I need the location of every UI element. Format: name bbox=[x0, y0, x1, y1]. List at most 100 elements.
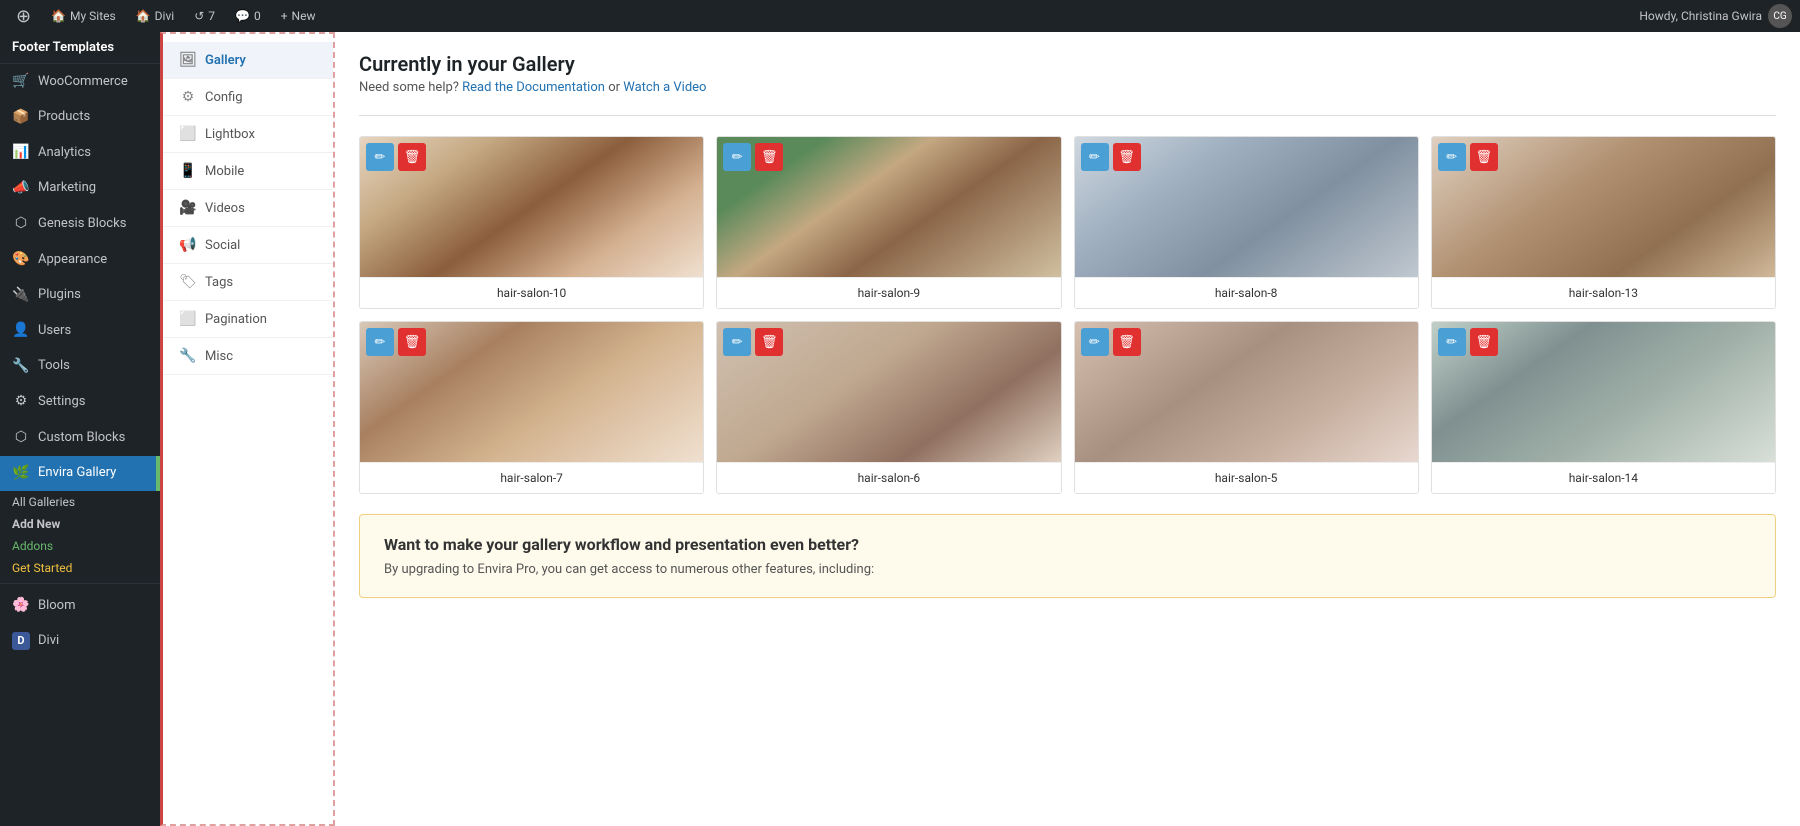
gallery-item[interactable]: ✏ 🗑 hair-salon-13 bbox=[1431, 136, 1776, 309]
sidebar-item-bloom[interactable]: 🌸 Bloom bbox=[0, 588, 160, 624]
videos-tab-icon: 🎥 bbox=[179, 200, 197, 216]
image-label: hair-salon-14 bbox=[1432, 462, 1775, 493]
edit-image-button[interactable]: ✏ bbox=[366, 143, 394, 171]
doc-link[interactable]: Read the Documentation bbox=[462, 80, 605, 95]
gallery-item[interactable]: ✏ 🗑 hair-salon-7 bbox=[359, 321, 704, 494]
edit-image-button[interactable]: ✏ bbox=[723, 328, 751, 356]
tags-tab-icon: 🏷 bbox=[179, 274, 197, 290]
custom-blocks-icon: ⬡ bbox=[12, 428, 30, 448]
delete-image-button[interactable]: 🗑 bbox=[1470, 143, 1498, 171]
sidebar-sub-add-new[interactable]: Add New bbox=[0, 513, 160, 535]
image-label: hair-salon-13 bbox=[1432, 277, 1775, 308]
bloom-icon: 🌸 bbox=[12, 596, 30, 616]
config-tab-icon: ⚙ bbox=[179, 89, 197, 105]
gallery-item[interactable]: ✏ 🗑 hair-salon-9 bbox=[716, 136, 1061, 309]
new-menu[interactable]: +New bbox=[273, 0, 324, 32]
gallery-item[interactable]: ✏ 🗑 hair-salon-10 bbox=[359, 136, 704, 309]
tab-pagination[interactable]: ⬜ Pagination bbox=[163, 301, 333, 338]
image-label: hair-salon-5 bbox=[1075, 462, 1418, 493]
divi-menu[interactable]: 🏠Divi bbox=[128, 0, 182, 32]
image-label: hair-salon-9 bbox=[717, 277, 1060, 308]
social-tab-icon: 📢 bbox=[179, 237, 197, 253]
image-label: hair-salon-8 bbox=[1075, 277, 1418, 308]
edit-image-button[interactable]: ✏ bbox=[1081, 143, 1109, 171]
gallery-tab-sidebar: 🖼 Gallery ⚙ Config ⬜ Lightbox 📱 Mobile 🎥… bbox=[160, 32, 335, 826]
sidebar-item-tools[interactable]: 🔧 Tools bbox=[0, 349, 160, 385]
upgrade-title: Want to make your gallery workflow and p… bbox=[384, 535, 1751, 554]
edit-image-button[interactable]: ✏ bbox=[1438, 328, 1466, 356]
sidebar-item-appearance[interactable]: 🎨 Appearance bbox=[0, 242, 160, 278]
analytics-icon: 📊 bbox=[12, 143, 30, 163]
wp-logo[interactable]: ⊕ bbox=[8, 0, 39, 32]
sidebar-sub-addons[interactable]: Addons bbox=[0, 535, 160, 557]
gallery-tab-icon: 🖼 bbox=[179, 52, 197, 68]
tab-videos[interactable]: 🎥 Videos bbox=[163, 190, 333, 227]
gallery-help-text: Need some help? Read the Documentation o… bbox=[359, 80, 1776, 95]
main-panel: Currently in your Gallery Need some help… bbox=[335, 32, 1800, 826]
image-label: hair-salon-6 bbox=[717, 462, 1060, 493]
sidebar-item-plugins[interactable]: 🔌 Plugins bbox=[0, 278, 160, 314]
sidebar-item-settings[interactable]: ⚙ Settings bbox=[0, 384, 160, 420]
misc-tab-icon: 🔧 bbox=[179, 348, 197, 364]
delete-image-button[interactable]: 🗑 bbox=[1113, 328, 1141, 356]
edit-image-button[interactable]: ✏ bbox=[1438, 143, 1466, 171]
sidebar-sub-all-galleries[interactable]: All Galleries bbox=[0, 491, 160, 513]
sidebar-item-marketing[interactable]: 📣 Marketing bbox=[0, 171, 160, 207]
delete-image-button[interactable]: 🗑 bbox=[755, 143, 783, 171]
genesis-blocks-icon: ⬡ bbox=[12, 214, 30, 234]
divi-icon: D bbox=[12, 632, 30, 650]
admin-bar: ⊕ 🏠My Sites 🏠Divi ↺7 💬0 +New Howdy, Chri… bbox=[0, 0, 1800, 32]
delete-image-button[interactable]: 🗑 bbox=[755, 328, 783, 356]
gallery-grid: ✏ 🗑 hair-salon-10 ✏ 🗑 bbox=[359, 136, 1776, 494]
my-sites-menu[interactable]: 🏠My Sites bbox=[43, 0, 124, 32]
video-link[interactable]: Watch a Video bbox=[623, 80, 706, 95]
sidebar-sub-get-started[interactable]: Get Started bbox=[0, 557, 160, 579]
sidebar-item-analytics[interactable]: 📊 Analytics bbox=[0, 135, 160, 171]
envira-gallery-icon: 🌿 bbox=[12, 464, 30, 484]
tools-icon: 🔧 bbox=[12, 357, 30, 377]
comments-menu[interactable]: 💬0 bbox=[227, 0, 269, 32]
edit-image-button[interactable]: ✏ bbox=[723, 143, 751, 171]
tab-config[interactable]: ⚙ Config bbox=[163, 79, 333, 116]
tab-social[interactable]: 📢 Social bbox=[163, 227, 333, 264]
plugins-icon: 🔌 bbox=[12, 286, 30, 306]
tab-misc[interactable]: 🔧 Misc bbox=[163, 338, 333, 375]
gallery-item[interactable]: ✏ 🗑 hair-salon-5 bbox=[1074, 321, 1419, 494]
sidebar-header: Footer Templates bbox=[0, 32, 160, 64]
delete-image-button[interactable]: 🗑 bbox=[1470, 328, 1498, 356]
mobile-tab-icon: 📱 bbox=[179, 163, 197, 179]
sidebar-item-divi[interactable]: D Divi bbox=[0, 624, 160, 658]
sidebar-item-custom-blocks[interactable]: ⬡ Custom Blocks bbox=[0, 420, 160, 456]
sidebar-item-envira-gallery[interactable]: 🌿 Envira Gallery bbox=[0, 456, 160, 492]
delete-image-button[interactable]: 🗑 bbox=[398, 328, 426, 356]
upgrade-banner: Want to make your gallery workflow and p… bbox=[359, 514, 1776, 598]
lightbox-tab-icon: ⬜ bbox=[179, 126, 197, 142]
gallery-item[interactable]: ✏ 🗑 hair-salon-6 bbox=[716, 321, 1061, 494]
appearance-icon: 🎨 bbox=[12, 250, 30, 270]
woocommerce-icon: 🛒 bbox=[12, 72, 30, 92]
gallery-item[interactable]: ✏ 🗑 hair-salon-14 bbox=[1431, 321, 1776, 494]
delete-image-button[interactable]: 🗑 bbox=[1113, 143, 1141, 171]
products-icon: 📦 bbox=[12, 108, 30, 128]
users-icon: 👤 bbox=[12, 321, 30, 341]
gallery-item[interactable]: ✏ 🗑 hair-salon-8 bbox=[1074, 136, 1419, 309]
gallery-section-title: Currently in your Gallery bbox=[359, 52, 1776, 76]
tab-tags[interactable]: 🏷 Tags bbox=[163, 264, 333, 301]
sidebar-item-users[interactable]: 👤 Users bbox=[0, 313, 160, 349]
sidebar: Footer Templates 🛒 WooCommerce 📦 Product… bbox=[0, 32, 160, 826]
gallery-divider bbox=[359, 115, 1776, 116]
settings-icon: ⚙ bbox=[12, 392, 30, 412]
tab-mobile[interactable]: 📱 Mobile bbox=[163, 153, 333, 190]
edit-image-button[interactable]: ✏ bbox=[1081, 328, 1109, 356]
updates-menu[interactable]: ↺7 bbox=[186, 0, 223, 32]
pagination-tab-icon: ⬜ bbox=[179, 311, 197, 327]
sidebar-item-products[interactable]: 📦 Products bbox=[0, 100, 160, 136]
sidebar-item-woocommerce[interactable]: 🛒 WooCommerce bbox=[0, 64, 160, 100]
delete-image-button[interactable]: 🗑 bbox=[398, 143, 426, 171]
edit-image-button[interactable]: ✏ bbox=[366, 328, 394, 356]
user-info[interactable]: Howdy, Christina Gwira CG bbox=[1639, 4, 1792, 28]
tab-gallery[interactable]: 🖼 Gallery bbox=[163, 42, 333, 79]
sidebar-item-genesis-blocks[interactable]: ⬡ Genesis Blocks bbox=[0, 206, 160, 242]
marketing-icon: 📣 bbox=[12, 179, 30, 199]
tab-lightbox[interactable]: ⬜ Lightbox bbox=[163, 116, 333, 153]
